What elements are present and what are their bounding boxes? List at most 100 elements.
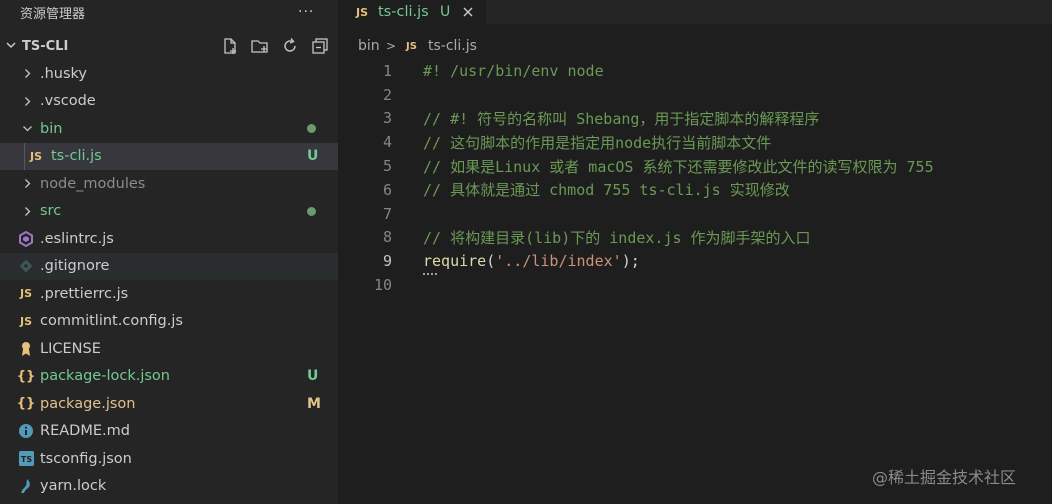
js-file-icon: JS [356, 5, 369, 19]
chevron-right-icon[interactable] [20, 175, 34, 193]
license-icon [18, 341, 34, 357]
code-text: // 具体就是通过 chmod 755 ts-cli.js 实现修改 [423, 181, 790, 200]
tree-item-label: .vscode [40, 93, 96, 110]
new-folder-icon[interactable] [250, 36, 270, 56]
js-file-icon: JS [19, 314, 32, 328]
project-actions [220, 36, 330, 56]
line-number: 9 [382, 252, 392, 271]
tree-item[interactable]: node_modules [0, 170, 338, 198]
code-line[interactable]: 8 // 将构建目录(lib)下的 index.js 作为脚手架的入口 [338, 226, 1052, 250]
code-token: ); [621, 252, 640, 271]
chevron-right-icon[interactable] [20, 92, 34, 110]
code-line[interactable]: 3 // #! 符号的名称叫 Shebang，用于指定脚本的解释程序 [338, 107, 1052, 131]
tree-item[interactable]: JS ts-cli.js U [0, 142, 338, 170]
tree-item[interactable]: {} package.json M [0, 390, 338, 418]
editor: JS ts-cli.js U bin > JS ts-cli.js 1 #! /u… [338, 0, 1052, 504]
tree-item[interactable]: JS .prettierrc.js [0, 280, 338, 308]
tree-item-label: package.json [40, 395, 136, 412]
line-number: 8 [382, 228, 392, 247]
tree-item-label: commitlint.config.js [40, 313, 183, 330]
tree-item-label: .husky [40, 65, 88, 82]
tree-item-label: tsconfig.json [40, 450, 132, 467]
code-line[interactable]: 10 [338, 273, 1052, 297]
chevron-right-icon[interactable] [20, 65, 34, 83]
explorer-title: 资源管理器 [20, 6, 86, 22]
more-actions-icon[interactable]: ··· [298, 0, 314, 24]
line-number: 2 [382, 85, 392, 104]
tree-item-label: node_modules [40, 175, 146, 192]
tree-item[interactable]: .husky [0, 60, 338, 88]
code-text: // 将构建目录(lib)下的 index.js 作为脚手架的入口 [423, 228, 811, 247]
tree-item-label: src [40, 203, 62, 220]
code-token: require [423, 252, 487, 271]
tree-item-label: .gitignore [40, 258, 110, 275]
line-number: 5 [382, 157, 392, 176]
tree-item[interactable]: {} package-lock.json U [0, 363, 338, 391]
tree-item[interactable]: src [0, 198, 338, 226]
git-status-badge: M [307, 395, 321, 412]
tree-item-label: yarn.lock [40, 478, 107, 495]
code-line[interactable]: 2 [338, 83, 1052, 107]
code-text: // 这句脚本的作用是指定用node执行当前脚本文件 [423, 133, 772, 152]
file-tree: .husky .vscode bin JS ts-cli.js Unode_modules… [0, 60, 338, 500]
js-file-icon: JS [19, 287, 32, 301]
code-line[interactable]: 7 [338, 202, 1052, 226]
tree-item-label: LICENSE [40, 340, 101, 357]
code-text: require('../lib/index'); [423, 252, 640, 270]
explorer-header: 资源管理器 ··· [0, 0, 338, 24]
code-area[interactable]: 1 #! /usr/bin/env node 2 3 // #! 符号的名称叫 Sheb… [338, 59, 1052, 297]
json-file-icon: {} [16, 368, 36, 384]
tree-item-label: .prettierrc.js [40, 285, 129, 302]
explorer-sidebar: 资源管理器 ··· TS-CLI .husky .vscode bin JS ts-cl… [0, 0, 338, 504]
code-line[interactable]: 5 // 如果是Linux 或者 macOS 系统下还需要修改此文件的读写权限为 … [338, 154, 1052, 178]
code-token: '../lib/index' [495, 252, 622, 271]
breadcrumb-file[interactable]: ts-cli.js [428, 38, 477, 54]
line-number: 3 [382, 109, 392, 128]
tree-item[interactable]: JS commitlint.config.js [0, 308, 338, 336]
modified-dot-icon [307, 206, 316, 216]
tree-item[interactable]: bin [0, 115, 338, 143]
code-line[interactable]: 4 // 这句脚本的作用是指定用node执行当前脚本文件 [338, 130, 1052, 154]
tree-item[interactable]: README.md [0, 418, 338, 446]
tree-item[interactable]: TS tsconfig.json [0, 445, 338, 473]
modified-dot-icon [307, 124, 316, 134]
tree-item[interactable]: .eslintrc.js [0, 225, 338, 253]
code-text: // #! 符号的名称叫 Shebang，用于指定脚本的解释程序 [423, 109, 820, 128]
info-icon [18, 423, 34, 439]
tree-item-label: ts-cli.js [51, 148, 102, 165]
project-name: TS-CLI [22, 38, 69, 54]
git-icon [18, 258, 34, 274]
breadcrumb-folder[interactable]: bin [358, 38, 380, 54]
code-line[interactable]: 6 // 具体就是通过 chmod 755 ts-cli.js 实现修改 [338, 178, 1052, 202]
collapse-all-icon[interactable] [310, 36, 330, 56]
new-file-icon[interactable] [220, 36, 240, 56]
tree-item-label: .eslintrc.js [40, 230, 114, 247]
tree-item[interactable]: .gitignore [0, 252, 338, 280]
tree-item[interactable]: LICENSE [0, 335, 338, 363]
code-line[interactable]: 1 #! /usr/bin/env node [338, 59, 1052, 83]
code-token: ( [486, 252, 496, 271]
chevron-right-icon[interactable] [20, 202, 34, 220]
project-header[interactable]: TS-CLI [0, 32, 338, 60]
chevron-down-icon[interactable] [20, 120, 34, 138]
close-icon[interactable] [460, 4, 476, 20]
refresh-icon[interactable] [280, 36, 300, 56]
line-number: 6 [382, 180, 392, 199]
tab-bar: JS ts-cli.js U [338, 0, 1052, 24]
chevron-down-icon[interactable] [4, 36, 18, 54]
line-number: 10 [373, 276, 392, 295]
tree-item[interactable]: .vscode [0, 88, 338, 116]
watermark: @稀土掘金技术社区 [872, 468, 1017, 487]
code-line[interactable]: 9 require('../lib/index'); [338, 249, 1052, 276]
ts-file-icon: TS [18, 451, 34, 467]
tree-item[interactable]: yarn.lock [0, 473, 338, 501]
yarn-icon [18, 478, 34, 494]
line-number: 7 [382, 204, 392, 223]
line-number: 4 [382, 133, 392, 152]
line-number: 1 [382, 61, 392, 80]
eslint-icon [18, 230, 34, 247]
tab-ts-cli-js[interactable]: JS ts-cli.js U [338, 0, 486, 24]
breadcrumb: bin > JS ts-cli.js [338, 34, 1052, 58]
js-file-icon: JS [406, 40, 417, 52]
git-status-badge: U [307, 368, 319, 385]
